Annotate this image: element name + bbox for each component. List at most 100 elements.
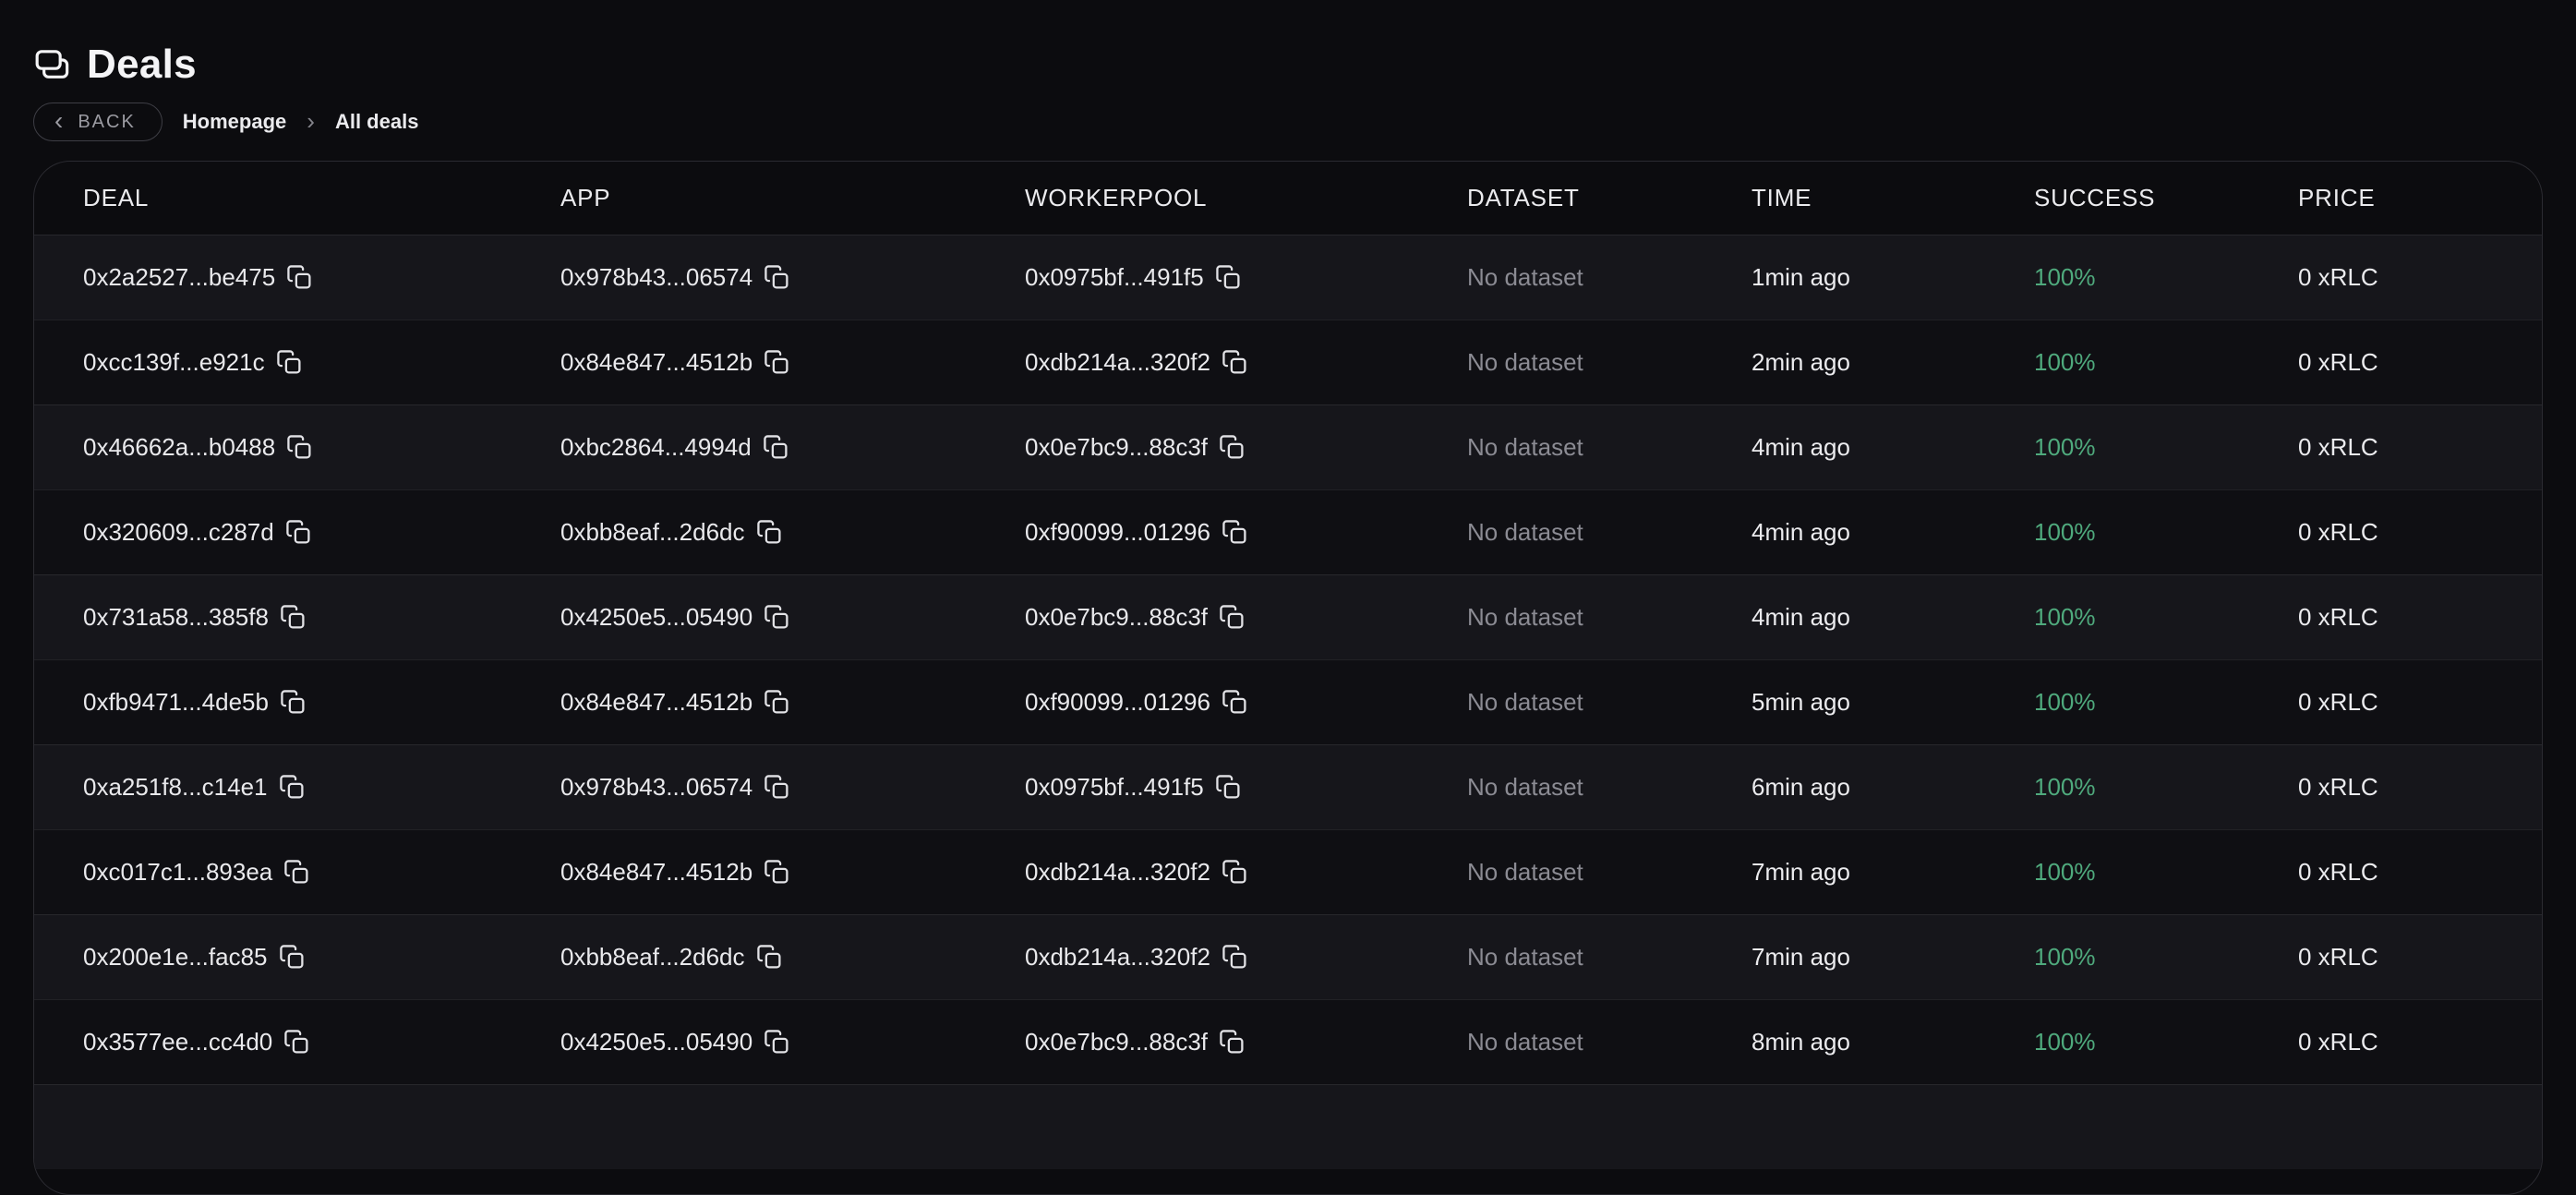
deal-id-link[interactable]: 0x731a58...385f8 xyxy=(83,603,269,632)
price-cell: 0 xRLC xyxy=(2298,263,2542,292)
breadcrumb-current: All deals xyxy=(335,110,418,134)
back-button-label: BACK xyxy=(78,112,135,133)
deal-id-link[interactable]: 0x320609...c287d xyxy=(83,518,274,547)
workerpool-id-link[interactable]: 0xdb214a...320f2 xyxy=(1025,348,1210,377)
copy-icon[interactable] xyxy=(1222,349,1248,376)
workerpool-cell: 0x0975bf...491f5 xyxy=(1025,263,1467,292)
app-id-link[interactable]: 0x4250e5...05490 xyxy=(560,1028,752,1056)
workerpool-id-link[interactable]: 0x0e7bc9...88c3f xyxy=(1025,1028,1208,1056)
copy-icon[interactable] xyxy=(764,774,790,801)
copy-icon[interactable] xyxy=(280,604,307,631)
workerpool-cell: 0xdb214a...320f2 xyxy=(1025,943,1467,972)
time-cell: 4min ago xyxy=(1751,518,2034,547)
dataset-cell: No dataset xyxy=(1467,688,1751,717)
column-header-price: PRICE xyxy=(2298,184,2542,212)
workerpool-id-link[interactable]: 0x0975bf...491f5 xyxy=(1025,773,1204,802)
breadcrumb-home-link[interactable]: Homepage xyxy=(183,110,286,134)
copy-icon[interactable] xyxy=(1222,944,1248,971)
workerpool-id-link[interactable]: 0x0e7bc9...88c3f xyxy=(1025,433,1208,462)
copy-icon[interactable] xyxy=(283,859,310,886)
page-title: Deals xyxy=(87,42,197,88)
chevron-right-icon: › xyxy=(307,109,315,133)
workerpool-cell: 0xdb214a...320f2 xyxy=(1025,858,1467,887)
table-row-partial xyxy=(34,1084,2542,1169)
success-cell: 100% xyxy=(2034,263,2298,292)
deal-cell: 0x731a58...385f8 xyxy=(83,603,560,632)
table-row: 0x46662a...b0488 0xbc2864...4994d 0x0e7b… xyxy=(34,404,2542,489)
chevron-left-icon: ‹ xyxy=(54,108,65,134)
copy-icon[interactable] xyxy=(764,689,790,716)
copy-icon[interactable] xyxy=(764,604,790,631)
copy-icon[interactable] xyxy=(1222,689,1248,716)
deals-table: DEAL APP WORKERPOOL DATASET TIME SUCCESS… xyxy=(33,161,2543,1195)
app-id-link[interactable]: 0xbb8eaf...2d6dc xyxy=(560,943,745,972)
copy-icon[interactable] xyxy=(764,349,790,376)
price-cell: 0 xRLC xyxy=(2298,1028,2542,1056)
deal-id-link[interactable]: 0x3577ee...cc4d0 xyxy=(83,1028,272,1056)
time-cell: 5min ago xyxy=(1751,688,2034,717)
deal-cell: 0x200e1e...fac85 xyxy=(83,943,560,972)
deal-cell: 0x320609...c287d xyxy=(83,518,560,547)
deal-cell: 0xcc139f...e921c xyxy=(83,348,560,377)
copy-icon[interactable] xyxy=(276,349,303,376)
copy-icon[interactable] xyxy=(285,519,312,546)
workerpool-cell: 0x0e7bc9...88c3f xyxy=(1025,1028,1467,1056)
workerpool-id-link[interactable]: 0xdb214a...320f2 xyxy=(1025,858,1210,887)
copy-icon[interactable] xyxy=(756,944,783,971)
deal-id-link[interactable]: 0x200e1e...fac85 xyxy=(83,943,268,972)
workerpool-id-link[interactable]: 0xf90099...01296 xyxy=(1025,518,1210,547)
app-id-link[interactable]: 0x84e847...4512b xyxy=(560,688,752,717)
copy-icon[interactable] xyxy=(283,1029,310,1056)
copy-icon[interactable] xyxy=(756,519,783,546)
price-cell: 0 xRLC xyxy=(2298,433,2542,462)
app-id-link[interactable]: 0x978b43...06574 xyxy=(560,773,752,802)
copy-icon[interactable] xyxy=(279,774,306,801)
stacked-cards-icon xyxy=(33,46,70,83)
copy-icon[interactable] xyxy=(1219,1029,1246,1056)
copy-icon[interactable] xyxy=(764,859,790,886)
price-cell: 0 xRLC xyxy=(2298,348,2542,377)
deal-id-link[interactable]: 0xa251f8...c14e1 xyxy=(83,773,268,802)
app-id-link[interactable]: 0x84e847...4512b xyxy=(560,858,752,887)
deal-cell: 0x3577ee...cc4d0 xyxy=(83,1028,560,1056)
copy-icon[interactable] xyxy=(1219,604,1246,631)
workerpool-id-link[interactable]: 0xdb214a...320f2 xyxy=(1025,943,1210,972)
copy-icon[interactable] xyxy=(1215,264,1242,291)
copy-icon[interactable] xyxy=(1222,519,1248,546)
table-row: 0x731a58...385f8 0x4250e5...05490 0x0e7b… xyxy=(34,574,2542,659)
copy-icon[interactable] xyxy=(1215,774,1242,801)
workerpool-id-link[interactable]: 0x0975bf...491f5 xyxy=(1025,263,1204,292)
app-cell: 0xbc2864...4994d xyxy=(560,433,1025,462)
price-cell: 0 xRLC xyxy=(2298,773,2542,802)
deal-id-link[interactable]: 0x2a2527...be475 xyxy=(83,263,275,292)
copy-icon[interactable] xyxy=(1219,434,1246,461)
breadcrumb: ‹ BACK Homepage › All deals xyxy=(33,102,418,142)
dataset-cell: No dataset xyxy=(1467,518,1751,547)
app-id-link[interactable]: 0x84e847...4512b xyxy=(560,348,752,377)
deal-id-link[interactable]: 0xcc139f...e921c xyxy=(83,348,265,377)
deal-id-link[interactable]: 0xc017c1...893ea xyxy=(83,858,272,887)
deal-cell: 0xa251f8...c14e1 xyxy=(83,773,560,802)
copy-icon[interactable] xyxy=(279,944,306,971)
copy-icon[interactable] xyxy=(286,264,313,291)
price-cell: 0 xRLC xyxy=(2298,943,2542,972)
copy-icon[interactable] xyxy=(764,264,790,291)
price-cell: 0 xRLC xyxy=(2298,603,2542,632)
deal-cell: 0xc017c1...893ea xyxy=(83,858,560,887)
copy-icon[interactable] xyxy=(763,434,789,461)
copy-icon[interactable] xyxy=(1222,859,1248,886)
workerpool-cell: 0xdb214a...320f2 xyxy=(1025,348,1467,377)
back-button[interactable]: ‹ BACK xyxy=(33,103,163,141)
app-id-link[interactable]: 0x978b43...06574 xyxy=(560,263,752,292)
workerpool-id-link[interactable]: 0xf90099...01296 xyxy=(1025,688,1210,717)
copy-icon[interactable] xyxy=(286,434,313,461)
copy-icon[interactable] xyxy=(280,689,307,716)
copy-icon[interactable] xyxy=(764,1029,790,1056)
dataset-cell: No dataset xyxy=(1467,773,1751,802)
deal-id-link[interactable]: 0x46662a...b0488 xyxy=(83,433,275,462)
app-id-link[interactable]: 0xbb8eaf...2d6dc xyxy=(560,518,745,547)
workerpool-id-link[interactable]: 0x0e7bc9...88c3f xyxy=(1025,603,1208,632)
app-id-link[interactable]: 0xbc2864...4994d xyxy=(560,433,752,462)
app-id-link[interactable]: 0x4250e5...05490 xyxy=(560,603,752,632)
deal-id-link[interactable]: 0xfb9471...4de5b xyxy=(83,688,269,717)
